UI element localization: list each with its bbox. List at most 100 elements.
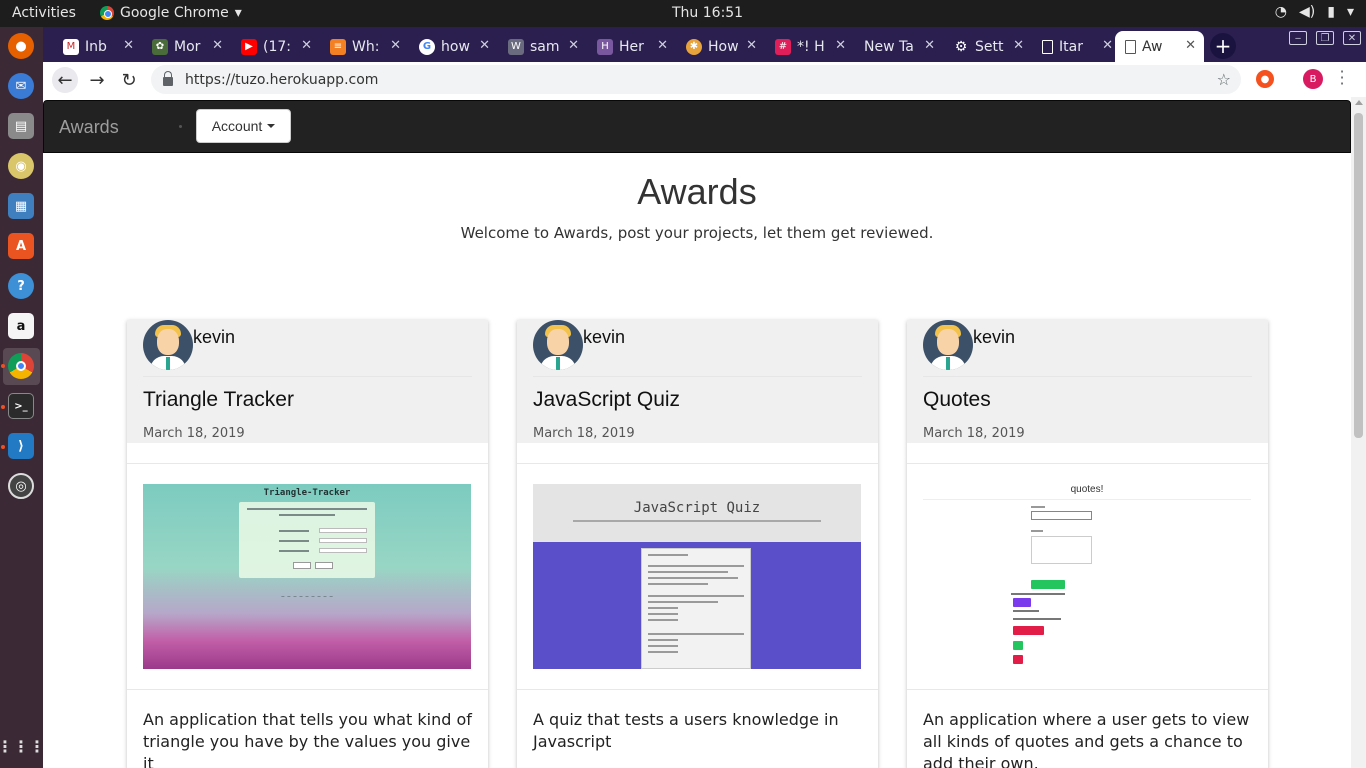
username[interactable]: kevin <box>193 327 235 348</box>
close-icon[interactable]: ✕ <box>479 38 490 53</box>
amazon-icon[interactable]: a <box>8 313 34 339</box>
tab-youtube[interactable]: ▶ (17: ✕ <box>231 31 320 62</box>
show-apps-icon[interactable]: ⋮⋮⋮ <box>0 733 45 759</box>
close-icon[interactable]: ✕ <box>924 38 935 53</box>
arrow-right-icon: → <box>89 69 105 91</box>
lock-icon <box>163 71 173 86</box>
close-icon[interactable]: ✕ <box>212 38 223 53</box>
back-button[interactable]: ← <box>52 67 78 93</box>
divider <box>127 689 488 690</box>
profile-avatar[interactable]: B <box>1303 69 1323 89</box>
firefox-icon[interactable]: ● <box>8 33 34 59</box>
tab-how[interactable]: ✱ How ✕ <box>676 31 765 62</box>
project-screenshot[interactable]: quotes! <box>923 484 1251 669</box>
activities-button[interactable]: Activities <box>12 5 76 21</box>
chrome-icon <box>100 6 114 20</box>
project-title[interactable]: JavaScript Quiz <box>533 388 680 412</box>
tab-w3schools[interactable]: W sam ✕ <box>498 31 587 62</box>
document-icon <box>1125 39 1136 54</box>
minimize-button[interactable]: ‒ <box>1289 31 1307 45</box>
close-icon[interactable]: ✕ <box>1185 38 1196 53</box>
help-icon[interactable]: ? <box>8 273 34 299</box>
close-icon[interactable]: ✕ <box>657 38 668 53</box>
tab-itar[interactable]: Itar ✕ <box>1032 31 1121 62</box>
browser-toolbar: ← → ↻ https://tuzo.herokuapp.com ☆ ● B ·… <box>43 62 1366 97</box>
tab-label: Itar <box>1059 38 1083 55</box>
close-icon[interactable]: ✕ <box>123 38 134 53</box>
user-avatar[interactable] <box>143 320 193 370</box>
tab-slack[interactable]: # *! H ✕ <box>765 31 854 62</box>
page-scrollbar[interactable] <box>1351 97 1366 768</box>
vscode-icon[interactable]: ⟩ <box>8 433 34 459</box>
thunderbird-icon[interactable]: ✉ <box>8 73 34 99</box>
project-card[interactable]: kevin JavaScript Quiz March 18, 2019 Jav… <box>517 320 878 768</box>
files-icon[interactable]: ▤ <box>8 113 34 139</box>
software-center-icon[interactable]: A <box>8 233 34 259</box>
ubuntu-dock: ● ✉ ▤ ◉ ▦ A ? a >_ ⟩ ◎ ⋮⋮⋮ <box>0 27 45 768</box>
card-header: kevin Quotes March 18, 2019 <box>907 320 1268 443</box>
project-title[interactable]: Triangle Tracker <box>143 388 294 412</box>
gear-icon: ⚙ <box>954 38 968 55</box>
screenshot-heading: Triangle-Tracker <box>263 488 351 498</box>
tab-label: How <box>708 38 739 55</box>
forward-button[interactable]: → <box>84 67 110 93</box>
update-icon[interactable]: ◎ <box>8 473 34 499</box>
project-card[interactable]: kevin Triangle Tracker March 18, 2019 Tr… <box>127 320 488 768</box>
tab-gmail[interactable]: M Inb ✕ <box>53 31 142 62</box>
scroll-up-arrow-icon[interactable] <box>1355 100 1363 105</box>
writer-icon[interactable]: ▦ <box>8 193 34 219</box>
close-icon[interactable]: ✕ <box>390 38 401 53</box>
close-icon[interactable]: ✕ <box>746 38 757 53</box>
username[interactable]: kevin <box>583 327 625 348</box>
tab-mor[interactable]: ✿ Mor ✕ <box>142 31 231 62</box>
account-dropdown-button[interactable]: Account <box>196 109 291 143</box>
site-brand[interactable]: Awards <box>59 117 119 138</box>
close-window-button[interactable]: ✕ <box>1343 31 1361 45</box>
bookmark-star-icon[interactable]: ☆ <box>1217 70 1231 89</box>
divider <box>923 376 1252 377</box>
terminal-icon[interactable]: >_ <box>8 393 34 419</box>
system-tray[interactable]: ◔ ◀) ▮ ▾ <box>1275 4 1354 20</box>
tab-awards-active[interactable]: Aw ✕ <box>1115 31 1204 62</box>
address-bar[interactable]: https://tuzo.herokuapp.com ☆ <box>151 65 1241 94</box>
tab-new-tab[interactable]: New Ta ✕ <box>854 31 943 62</box>
running-indicator <box>1 364 5 368</box>
scrollbar-thumb[interactable] <box>1354 113 1363 438</box>
user-avatar[interactable] <box>923 320 973 370</box>
divider <box>907 689 1268 690</box>
tab-label: New Ta <box>864 38 914 55</box>
extension-icon[interactable]: ● <box>1256 70 1274 88</box>
tab-google-search[interactable]: G how ✕ <box>409 31 498 62</box>
project-screenshot[interactable]: Triangle-Tracker — — — — — — — — — <box>143 484 471 669</box>
tab-label: Her <box>619 38 644 55</box>
screenshot-subtitle <box>573 520 821 522</box>
username[interactable]: kevin <box>973 327 1015 348</box>
close-icon[interactable]: ✕ <box>1102 38 1113 53</box>
tab-stackoverflow[interactable]: ≡ Wh: ✕ <box>320 31 409 62</box>
tab-label: Sett <box>975 38 1004 55</box>
project-screenshot[interactable]: JavaScript Quiz <box>533 484 861 669</box>
project-card[interactable]: kevin Quotes March 18, 2019 quotes! An a… <box>907 320 1268 768</box>
reload-button[interactable]: ↻ <box>116 67 142 93</box>
close-icon[interactable]: ✕ <box>568 38 579 53</box>
tab-label: *! H <box>797 38 825 55</box>
clock[interactable]: Thu 16:51 <box>672 5 743 21</box>
project-title[interactable]: Quotes <box>923 388 991 412</box>
close-icon[interactable]: ✕ <box>835 38 846 53</box>
menu-kebab-icon[interactable]: · · · <box>1337 64 1347 92</box>
close-icon[interactable]: ✕ <box>1013 38 1024 53</box>
restore-button[interactable]: ❐ <box>1316 31 1334 45</box>
chevron-down-icon: ▾ <box>234 5 242 21</box>
close-icon[interactable]: ✕ <box>301 38 312 53</box>
rhythmbox-icon[interactable]: ◉ <box>8 153 34 179</box>
tab-settings[interactable]: ⚙ Sett ✕ <box>943 31 1032 62</box>
new-tab-button[interactable]: + <box>1210 33 1236 59</box>
chrome-icon[interactable] <box>8 353 34 379</box>
app-menu[interactable]: Google Chrome ▾ <box>100 5 242 21</box>
nav-divider <box>179 125 182 128</box>
screenshot-result: — — — — — — — — — <box>281 594 333 600</box>
running-indicator <box>1 405 5 409</box>
site-navbar: Awards Account <box>43 100 1351 153</box>
user-avatar[interactable] <box>533 320 583 370</box>
tab-heroku[interactable]: H Her ✕ <box>587 31 676 62</box>
